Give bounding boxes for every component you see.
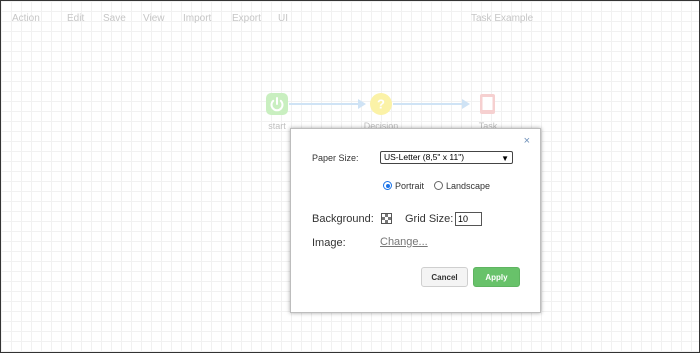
menu-save[interactable]: Save [103,13,126,24]
question-icon: ? [370,93,392,115]
app-title: Task Example [471,13,534,24]
cancel-button[interactable]: Cancel [421,267,468,287]
grid-size-label: Grid Size: [405,213,454,225]
image-label: Image: [312,237,346,249]
start-node[interactable] [266,93,288,115]
chevron-down-icon: ▼ [501,154,509,163]
arrow-right-icon [462,99,470,109]
portrait-radio[interactable] [383,181,392,190]
menubar: Action Edit Save View Import Export UI T… [1,1,699,35]
menu-view[interactable]: View [143,13,165,24]
decision-node[interactable]: ? [370,93,392,115]
document-icon [480,94,495,114]
menu-action[interactable]: Action [12,13,40,24]
connector-line [289,103,359,105]
background-label: Background: [312,213,374,225]
paper-size-value: US-Letter (8,5" x 11") [384,152,465,162]
apply-button[interactable]: Apply [473,267,520,287]
landscape-label: Landscape [446,181,491,191]
menu-import[interactable]: Import [183,13,211,24]
power-icon [266,93,288,115]
menu-ui[interactable]: UI [278,13,288,24]
paper-size-label: Paper Size: [312,153,359,163]
task-node[interactable] [477,93,499,115]
canvas[interactable]: Action Edit Save View Import Export UI T… [0,0,700,353]
grid-size-input[interactable]: 10 [455,212,482,226]
menu-export[interactable]: Export [232,13,261,24]
background-color-swatch[interactable] [381,213,392,224]
paper-size-select[interactable]: US-Letter (8,5" x 11") ▼ [380,151,513,164]
portrait-label: Portrait [395,181,425,191]
svg-text:?: ? [377,97,385,112]
landscape-radio[interactable] [434,181,443,190]
close-icon[interactable]: × [524,135,530,147]
change-image-link[interactable]: Change... [380,236,428,248]
arrow-right-icon [358,99,366,109]
menu-edit[interactable]: Edit [67,13,84,24]
page-setup-dialog: × Paper Size: US-Letter (8,5" x 11") ▼ P… [290,128,541,313]
connector-line [393,103,463,105]
